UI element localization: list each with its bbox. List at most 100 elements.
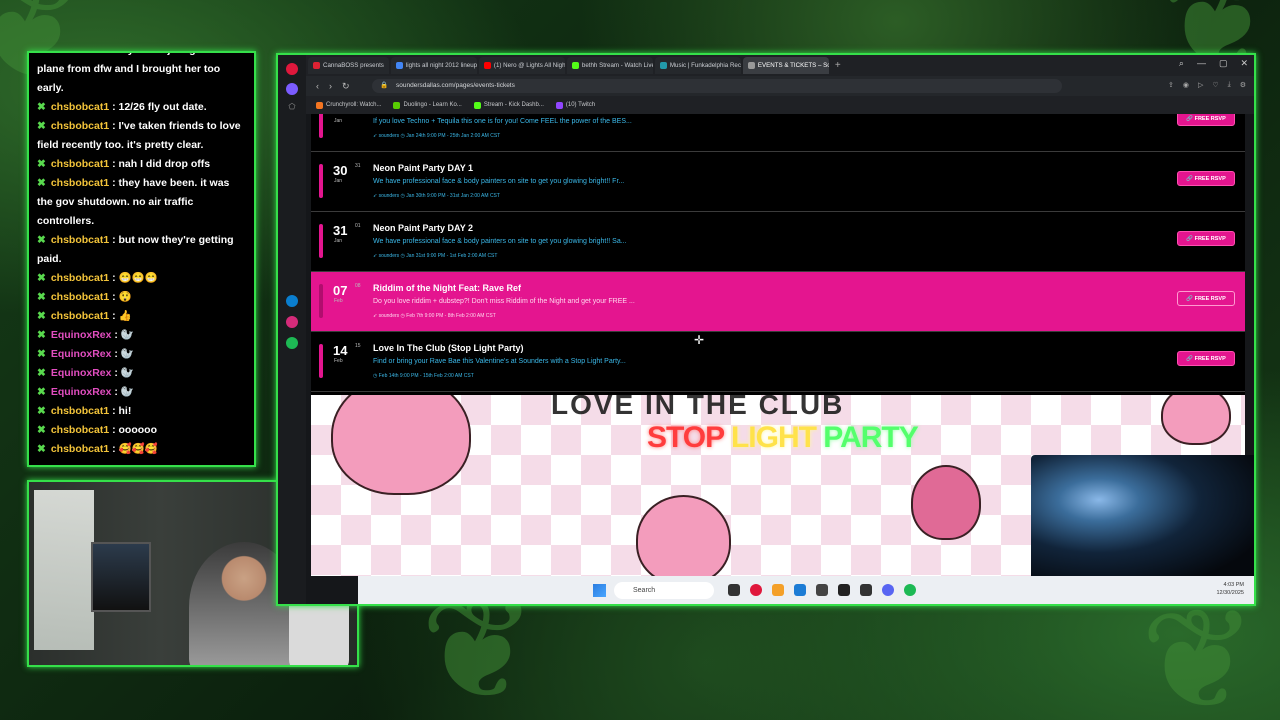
event-end-day: 31	[355, 163, 361, 169]
chat-message: ✖ chsbobcat1 : I've taken friends to love…	[37, 117, 248, 155]
search-icon[interactable]: ⌕	[1179, 58, 1184, 69]
reload-icon[interactable]: ↻	[342, 81, 350, 92]
chat-text: : 🦭	[114, 367, 134, 379]
bookmark-favicon-icon	[473, 101, 481, 109]
free-rsvp-button[interactable]: 🔗 FREE RSVP	[1177, 291, 1235, 306]
chat-username[interactable]: EquinoxRex	[51, 386, 112, 398]
bookmark-favicon-icon	[393, 101, 401, 109]
chat-message: ✖ EquinoxRex : 🦭	[37, 326, 248, 345]
app-icon[interactable]	[816, 584, 828, 596]
chat-username[interactable]: chsbobcat1	[51, 177, 109, 189]
play-icon[interactable]: ▷	[1198, 81, 1203, 89]
instagram-icon[interactable]	[286, 316, 298, 328]
folder-icon[interactable]	[772, 584, 784, 596]
browser-tab[interactable]: bethh Stream - Watch Live	[566, 57, 653, 74]
events-list: Jan If you love Techno + Tequila this one…	[311, 114, 1245, 395]
chat-username[interactable]: chsbobcat1	[51, 101, 109, 113]
windows-start-icon[interactable]	[593, 584, 606, 597]
browser-tab[interactable]: CannaBOSS presents	[308, 57, 389, 74]
badge-icon: ✖	[37, 272, 46, 284]
back-icon[interactable]: ‹	[316, 81, 319, 91]
chat-username[interactable]: chsbobcat1	[51, 53, 109, 56]
event-row[interactable]: Jan If you love Techno + Tequila this one…	[311, 114, 1245, 152]
chat-message-list: ✖chsbobcat1 : they're not the worst.✖chs…	[37, 53, 248, 459]
chat-username[interactable]: chsbobcat1	[51, 291, 109, 303]
download-icon[interactable]: ⤓	[1228, 81, 1231, 89]
event-accent-bar	[319, 164, 323, 198]
taskview-icon[interactable]	[728, 584, 740, 596]
calculator-icon[interactable]	[794, 584, 806, 596]
bookmark-favicon-icon	[316, 101, 323, 109]
event-row[interactable]: 31 01 Jan Neon Paint Party DAY 2 We have pro…	[311, 212, 1245, 272]
share-icon[interactable]: ⇪	[1168, 81, 1174, 89]
home-icon[interactable]	[286, 83, 298, 95]
event-row[interactable]: 30 31 Jan Neon Paint Party DAY 1 We have pro…	[311, 152, 1245, 212]
event-title[interactable]: Neon Paint Party DAY 1	[373, 163, 473, 173]
tab-label: bethh Stream - Watch Live	[581, 62, 653, 69]
pin-icon[interactable]: ⬠	[286, 101, 298, 113]
tab-favicon-icon	[395, 62, 403, 69]
url-field[interactable]: 🔒 soundersdallas.com/pages/events-ticket…	[372, 79, 1062, 93]
event-title[interactable]: Love In The Club (Stop Light Party)	[373, 343, 524, 353]
browser-tab[interactable]: Music | Funkadelphia Rec	[654, 57, 741, 74]
chat-text: : 😲	[112, 291, 132, 303]
event-accent-bar	[319, 284, 323, 318]
spotify-taskbar-icon[interactable]	[904, 584, 916, 596]
chat-username[interactable]: chsbobcat1	[51, 158, 109, 170]
chat-username[interactable]: chsbobcat1	[51, 120, 109, 132]
bookmark-item[interactable]: Crunchyroll: Watch...	[316, 101, 381, 109]
new-tab-button[interactable]: +	[831, 60, 845, 71]
chat-username[interactable]: chsbobcat1	[51, 310, 109, 322]
browser-tab[interactable]: lights all night 2012 lineup	[390, 57, 477, 74]
browser-tab[interactable]: (1) Nero @ Lights All Night	[478, 57, 565, 74]
settings-icon[interactable]: ⚙	[1240, 81, 1246, 89]
camera-icon[interactable]: ◉	[1183, 81, 1189, 89]
chat-overlay: ✖chsbobcat1 : they're not the worst.✖chs…	[27, 51, 256, 467]
heart-icon[interactable]: ♡	[1212, 81, 1218, 89]
app-icon[interactable]	[838, 584, 850, 596]
chat-username[interactable]: chsbobcat1	[51, 234, 109, 246]
event-title[interactable]: Neon Paint Party DAY 2	[373, 223, 473, 233]
chat-username[interactable]: EquinoxRex	[51, 348, 112, 360]
chat-username[interactable]: chsbobcat1	[51, 443, 109, 455]
opera-icon[interactable]	[286, 63, 298, 75]
free-rsvp-button[interactable]: 🔗 FREE RSVP	[1177, 351, 1235, 366]
opera-taskbar-icon[interactable]	[750, 584, 762, 596]
bookmark-item[interactable]: Duolingo - Learn Ko...	[393, 101, 462, 109]
chat-text: : nah I did drop offs	[112, 158, 211, 170]
bookmark-item[interactable]: Stream - Kick Dashb...	[473, 101, 544, 109]
chat-username[interactable]: EquinoxRex	[51, 367, 112, 379]
bookmark-label: Duolingo - Learn Ko...	[403, 102, 462, 108]
event-meta: ➶ sounders ◷ Jan 30th 9:00 PM - 31st Jan…	[373, 193, 500, 199]
free-rsvp-button[interactable]: 🔗 FREE RSVP	[1177, 171, 1235, 186]
heart-character	[1161, 395, 1231, 445]
event-title[interactable]: Riddim of the Night Feat: Rave Ref	[373, 283, 521, 293]
maximize-icon[interactable]: ▢	[1219, 58, 1228, 69]
event-day: 07	[333, 283, 348, 298]
event-month: Feb	[334, 298, 343, 304]
spotify-icon[interactable]	[286, 337, 298, 349]
chat-username[interactable]: chsbobcat1	[51, 405, 109, 417]
minimize-icon[interactable]: —	[1197, 58, 1206, 69]
browser-sidebar: ⬠	[278, 55, 306, 604]
badge-icon: ✖	[37, 53, 46, 56]
taskbar-search-label: Search	[633, 587, 656, 594]
chat-username[interactable]: EquinoxRex	[51, 329, 112, 341]
chat-username[interactable]: chsbobcat1	[51, 424, 109, 436]
app-icon[interactable]	[860, 584, 872, 596]
event-row[interactable]: 14 15 Feb Love In The Club (Stop Light Part…	[311, 332, 1245, 392]
browser-tab[interactable]: EVENTS & TICKETS – Sou	[742, 57, 829, 74]
bookmark-item[interactable]: (10) Twitch	[555, 101, 595, 109]
forward-icon[interactable]: ›	[329, 81, 332, 91]
tab-label: lights all night 2012 lineup	[405, 62, 477, 69]
chat-username[interactable]: chsbobcat1	[51, 272, 109, 284]
chat-message: ✖ chsbobcat1 : 😁😁😁	[37, 269, 248, 288]
taskbar-search[interactable]: Search	[614, 582, 714, 599]
messenger-icon[interactable]	[286, 295, 298, 307]
free-rsvp-button[interactable]: 🔗 FREE RSVP	[1177, 114, 1235, 126]
event-row[interactable]: 07 08 Feb Riddim of the Night Feat: Rave Re…	[311, 272, 1245, 332]
free-rsvp-button[interactable]: 🔗 FREE RSVP	[1177, 231, 1235, 246]
discord-icon[interactable]	[882, 584, 894, 596]
close-icon[interactable]: ✕	[1240, 58, 1248, 69]
banner-word-party: PARTY	[823, 421, 918, 454]
